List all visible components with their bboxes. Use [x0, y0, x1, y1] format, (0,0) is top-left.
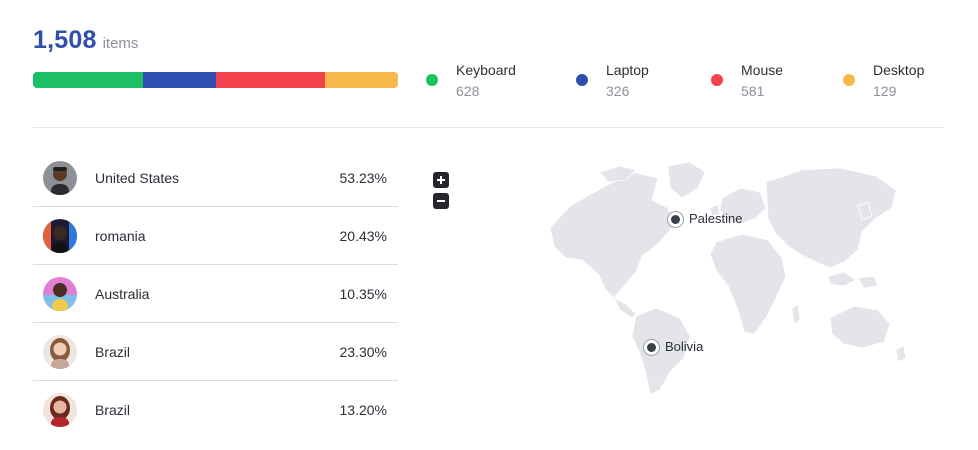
share-bar-segment-keyboard [33, 72, 143, 88]
map-marker-label: Bolivia [665, 339, 704, 354]
country-name: United States [95, 170, 180, 186]
map-zoom-in-button[interactable] [433, 172, 449, 188]
items-summary: 1,508 items [33, 26, 138, 55]
section-divider [33, 127, 945, 128]
legend-dot-keyboard [426, 74, 438, 86]
country-name: Australia [95, 286, 150, 302]
country-row[interactable]: Brazil 13.20% [33, 381, 398, 439]
share-bar-segment-laptop [142, 72, 216, 88]
country-percent: 13.20% [339, 402, 387, 418]
country-row[interactable]: Australia 10.35% [33, 265, 398, 323]
country-row[interactable]: Brazil 23.30% [33, 323, 398, 381]
avatar-woman-red [43, 393, 77, 427]
legend-count: 326 [606, 83, 630, 99]
avatar-woman-light [43, 335, 77, 369]
country-name: Brazil [95, 344, 131, 360]
country-row[interactable]: United States 53.23% [33, 149, 398, 207]
legend-count: 581 [741, 83, 765, 99]
legend-count: 628 [456, 83, 480, 99]
map-marker-dot [644, 340, 659, 355]
country-list: United States 53.23% romania 20.43% Aust… [33, 149, 398, 439]
legend-count: 129 [873, 83, 897, 99]
items-total-number: 1,508 [33, 26, 97, 54]
map-zoom-out-button[interactable] [433, 193, 449, 209]
minus-icon [437, 200, 445, 202]
country-percent: 10.35% [339, 286, 387, 302]
country-row[interactable]: romania 20.43% [33, 207, 398, 265]
share-bar-segment-mouse [215, 72, 325, 88]
legend-dot-desktop [843, 74, 855, 86]
avatar-man-neon [43, 219, 77, 253]
country-name: romania [95, 228, 146, 244]
items-total-unit: items [102, 35, 139, 52]
plus-icon [437, 176, 445, 184]
map-marker-label: Palestine [689, 211, 743, 226]
items-total: 1,508 items [33, 26, 138, 55]
country-percent: 53.23% [339, 170, 387, 186]
country-name: Brazil [95, 402, 131, 418]
world-map-shape [549, 161, 907, 395]
category-share-bar [33, 72, 398, 88]
country-percent: 23.30% [339, 344, 387, 360]
legend-dot-mouse [711, 74, 723, 86]
country-percent: 20.43% [339, 228, 387, 244]
avatar-man-gray [43, 161, 77, 195]
share-bar-segment-desktop [325, 72, 398, 88]
legend-label: Mouse [741, 62, 784, 78]
legend-label: Desktop [873, 62, 925, 78]
map-marker-dot [668, 212, 683, 227]
avatar-man-pink [43, 277, 77, 311]
legend-label: Keyboard [456, 62, 516, 78]
legend-label: Laptop [606, 62, 649, 78]
world-map[interactable] [540, 158, 910, 398]
legend-dot-laptop [576, 74, 588, 86]
